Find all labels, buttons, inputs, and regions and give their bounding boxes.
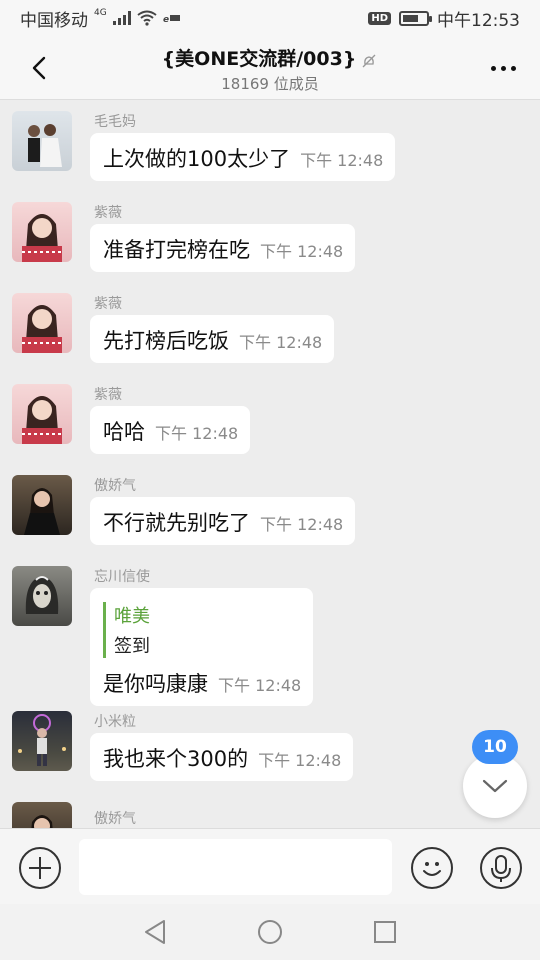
- quoted-sender: 唯美: [114, 606, 150, 627]
- avatar[interactable]: [12, 475, 72, 535]
- mute-icon: [362, 54, 376, 67]
- nfc-icon: e: [163, 15, 180, 24]
- message-bubble[interactable]: 准备打完榜在吃 下午 12:48: [90, 224, 356, 272]
- member-count: 18169 位成员: [221, 75, 319, 93]
- sender-name: 紫薇: [94, 387, 122, 403]
- message-time: 下午 12:48: [260, 242, 344, 261]
- quoted-text: 签到: [114, 636, 150, 657]
- emoji-icon[interactable]: [411, 847, 453, 889]
- message-text: 先打榜后吃饭: [103, 329, 229, 353]
- message-time: 下午 12:48: [218, 676, 302, 695]
- message-time: 下午 12:48: [155, 424, 239, 443]
- sender-name: 毛毛妈: [94, 114, 136, 130]
- message-time: 下午 12:48: [260, 515, 344, 534]
- message-bubble[interactable]: 哈哈 下午 12:48: [90, 406, 251, 454]
- carrier-label: 中国移动: [20, 10, 88, 31]
- signal-icon: [112, 11, 131, 25]
- message-bubble[interactable]: 我也来个300的 下午 12:48: [90, 733, 354, 781]
- message-bubble[interactable]: 不行就先别吃了 下午 12:48: [90, 497, 356, 545]
- chat-header: {美ONE交流群/003} 18169 位成员: [0, 36, 540, 100]
- status-bar: 中国移动 4G e HD 中午12:53: [0, 0, 540, 36]
- group-title: {美ONE交流群/003}: [161, 48, 357, 70]
- avatar[interactable]: [12, 202, 72, 262]
- message-text: 不行就先别吃了: [103, 511, 250, 535]
- avatar[interactable]: [12, 711, 72, 771]
- unread-badge[interactable]: 10: [472, 730, 518, 764]
- svg-text:e: e: [163, 15, 169, 24]
- message-text: 上次做的100太少了: [103, 147, 291, 171]
- nav-recents-icon[interactable]: [372, 918, 398, 946]
- message-time: 下午 12:48: [258, 751, 342, 770]
- input-bar: [0, 828, 540, 904]
- message-input[interactable]: [79, 839, 392, 895]
- message-list[interactable]: 毛毛妈 上次做的100太少了 下午 12:48 紫薇 准备打完榜在吃 下午 12:4…: [0, 101, 540, 828]
- network-label: 4G: [94, 7, 107, 18]
- voice-icon[interactable]: [480, 847, 522, 889]
- message-bubble[interactable]: 唯美 签到 是你吗康康 下午 12:48: [90, 588, 314, 706]
- message-text: 哈哈: [103, 420, 145, 444]
- sender-name: 紫薇: [94, 296, 122, 312]
- message-bubble[interactable]: 上次做的100太少了 下午 12:48: [90, 133, 396, 181]
- clock: 中午12:53: [437, 10, 520, 31]
- sender-name: 小米粒: [94, 714, 136, 730]
- avatar[interactable]: [12, 111, 72, 171]
- battery-icon: [399, 10, 432, 26]
- avatar[interactable]: [12, 802, 72, 828]
- more-icon[interactable]: [491, 66, 516, 71]
- avatar[interactable]: [12, 566, 72, 626]
- message-time: 下午 12:48: [239, 333, 323, 352]
- quoted-message[interactable]: 唯美 签到: [103, 602, 301, 658]
- plus-icon[interactable]: [19, 847, 61, 889]
- wifi-icon: [137, 10, 157, 26]
- sender-name: 傲娇气: [94, 811, 136, 827]
- sender-name: 忘川信使: [94, 569, 150, 585]
- sender-name: 紫薇: [94, 205, 122, 221]
- system-nav-bar: [0, 904, 540, 960]
- chevron-down-icon: [482, 779, 508, 793]
- hd-badge: HD: [368, 11, 391, 25]
- message-text: 我也来个300的: [103, 747, 249, 771]
- sender-name: 傲娇气: [94, 478, 136, 494]
- nav-back-icon[interactable]: [142, 918, 168, 946]
- message-text: 准备打完榜在吃: [103, 238, 250, 262]
- message-time: 下午 12:48: [300, 151, 384, 170]
- nav-home-icon[interactable]: [256, 918, 284, 946]
- avatar[interactable]: [12, 293, 72, 353]
- avatar[interactable]: [12, 384, 72, 444]
- message-bubble[interactable]: 先打榜后吃饭 下午 12:48: [90, 315, 335, 363]
- message-text: 是你吗康康: [103, 672, 208, 696]
